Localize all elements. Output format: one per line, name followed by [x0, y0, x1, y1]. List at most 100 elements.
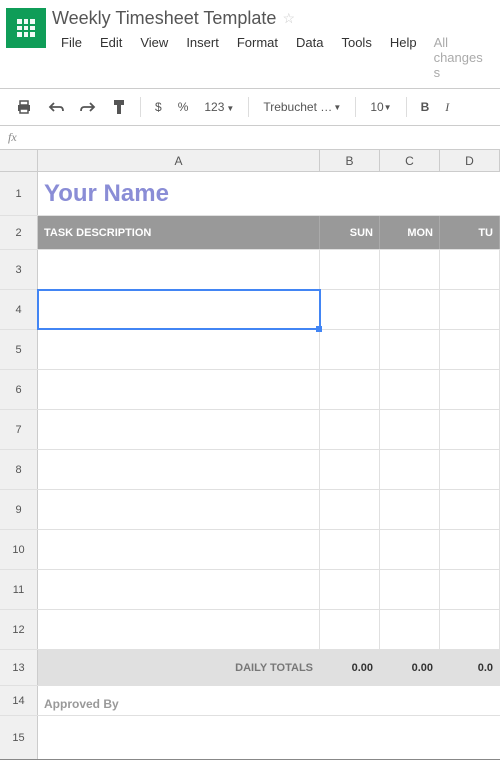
cell-A9[interactable] [38, 490, 320, 529]
cell-D10[interactable] [440, 530, 500, 569]
cell-D3[interactable] [440, 250, 500, 289]
cell-A12[interactable] [38, 610, 320, 649]
cell-C4[interactable] [380, 290, 440, 329]
cell-D5[interactable] [440, 330, 500, 369]
cell-D11[interactable] [440, 570, 500, 609]
col-header-A[interactable]: A [38, 150, 320, 171]
cell-A5[interactable] [38, 330, 320, 369]
row-header[interactable]: 4 [0, 290, 38, 329]
cell-C10[interactable] [380, 530, 440, 569]
menu-edit[interactable]: Edit [91, 33, 131, 82]
font-size-select[interactable]: 10▼ [364, 98, 397, 116]
cell-C3[interactable] [380, 250, 440, 289]
doc-title[interactable]: Weekly Timesheet Template [52, 8, 276, 29]
cell-B4[interactable] [320, 290, 380, 329]
cell-B3[interactable] [320, 250, 380, 289]
cell-C9[interactable] [380, 490, 440, 529]
cell-A14[interactable]: Approved By [38, 686, 320, 715]
cell-B13[interactable]: 0.00 [320, 650, 380, 685]
cell-C13[interactable]: 0.00 [380, 650, 440, 685]
menu-tools[interactable]: Tools [332, 33, 380, 82]
cell-B11[interactable] [320, 570, 380, 609]
col-header-C[interactable]: C [380, 150, 440, 171]
row-header[interactable]: 14 [0, 686, 38, 715]
redo-icon[interactable] [74, 97, 102, 117]
cell-A3[interactable] [38, 250, 320, 289]
cell-B10[interactable] [320, 530, 380, 569]
menu-help[interactable]: Help [381, 33, 426, 82]
cell-A2[interactable]: TASK DESCRIPTION [38, 216, 320, 249]
bold-button[interactable]: B [415, 96, 436, 118]
sheets-logo[interactable] [6, 8, 46, 48]
cell-B8[interactable] [320, 450, 380, 489]
cell-D8[interactable] [440, 450, 500, 489]
star-icon[interactable]: ☆ [282, 10, 295, 27]
menu-data[interactable]: Data [287, 33, 332, 82]
percent-button[interactable]: % [172, 96, 195, 118]
cell-D14[interactable] [440, 686, 500, 715]
cell-D7[interactable] [440, 410, 500, 449]
row-header[interactable]: 2 [0, 216, 38, 249]
cell-A7[interactable] [38, 410, 320, 449]
cell-B9[interactable] [320, 490, 380, 529]
cell-D2[interactable]: TU [440, 216, 500, 249]
row-header[interactable]: 7 [0, 410, 38, 449]
paint-format-icon[interactable] [106, 95, 132, 119]
cell-B2[interactable]: SUN [320, 216, 380, 249]
cell-A13[interactable]: DAILY TOTALS [38, 650, 320, 685]
cell-A11[interactable] [38, 570, 320, 609]
cell-B14[interactable] [320, 686, 380, 715]
row-header[interactable]: 9 [0, 490, 38, 529]
col-header-B[interactable]: B [320, 150, 380, 171]
row-header[interactable]: 3 [0, 250, 38, 289]
menu-format[interactable]: Format [228, 33, 287, 82]
cell-A4-selected[interactable] [38, 290, 320, 329]
cell-C14[interactable] [380, 686, 440, 715]
font-family-select[interactable]: Trebuchet …▼ [257, 98, 347, 116]
row-header[interactable]: 10 [0, 530, 38, 569]
menu-view[interactable]: View [131, 33, 177, 82]
cell-D9[interactable] [440, 490, 500, 529]
row-header[interactable]: 5 [0, 330, 38, 369]
cell-C12[interactable] [380, 610, 440, 649]
cell-A1[interactable]: Your Name [38, 172, 320, 215]
cell-B6[interactable] [320, 370, 380, 409]
cell-C8[interactable] [380, 450, 440, 489]
cell-B5[interactable] [320, 330, 380, 369]
cell-C11[interactable] [380, 570, 440, 609]
row-header[interactable]: 13 [0, 650, 38, 685]
cell-C6[interactable] [380, 370, 440, 409]
menu-insert[interactable]: Insert [177, 33, 228, 82]
cell-C7[interactable] [380, 410, 440, 449]
cell-C1[interactable] [380, 172, 440, 215]
cell-B12[interactable] [320, 610, 380, 649]
cell-A6[interactable] [38, 370, 320, 409]
formula-input[interactable] [17, 131, 492, 145]
currency-button[interactable]: $ [149, 96, 168, 118]
cell-D4[interactable] [440, 290, 500, 329]
cell-D6[interactable] [440, 370, 500, 409]
cell-D12[interactable] [440, 610, 500, 649]
row-header[interactable]: 12 [0, 610, 38, 649]
cell-D13[interactable]: 0.0 [440, 650, 500, 685]
cell-C15[interactable] [380, 716, 440, 759]
row-header[interactable]: 6 [0, 370, 38, 409]
undo-icon[interactable] [42, 97, 70, 117]
row-header[interactable]: 15 [0, 716, 38, 759]
cell-C2[interactable]: MON [380, 216, 440, 249]
menu-file[interactable]: File [52, 33, 91, 82]
italic-button[interactable]: I [439, 96, 455, 119]
cell-A15[interactable] [38, 716, 320, 759]
select-all-corner[interactable] [0, 150, 38, 171]
cell-D15[interactable] [440, 716, 500, 759]
cell-B7[interactable] [320, 410, 380, 449]
number-format-button[interactable]: 123▼ [198, 96, 240, 118]
cell-C5[interactable] [380, 330, 440, 369]
row-header[interactable]: 11 [0, 570, 38, 609]
cell-B15[interactable] [320, 716, 380, 759]
cell-A8[interactable] [38, 450, 320, 489]
col-header-D[interactable]: D [440, 150, 500, 171]
cell-D1[interactable] [440, 172, 500, 215]
row-header[interactable]: 8 [0, 450, 38, 489]
cell-A10[interactable] [38, 530, 320, 569]
